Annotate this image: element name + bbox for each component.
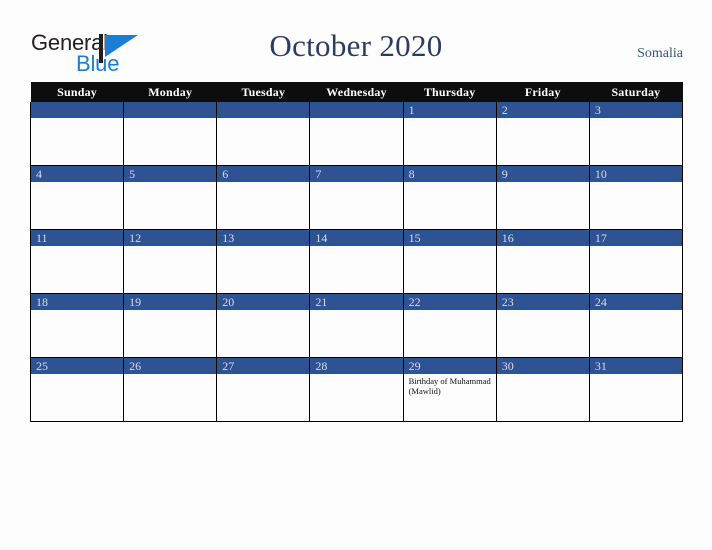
calendar-day-cell[interactable]: 24 (588, 293, 684, 358)
calendar-day-cell[interactable]: 11 (29, 229, 125, 294)
day-number: 19 (124, 294, 217, 310)
day-number: 21 (310, 294, 403, 310)
day-number: 11 (31, 230, 124, 246)
weekday-header-friday: Friday (496, 82, 590, 102)
day-number: 2 (496, 102, 589, 118)
day-number (217, 102, 310, 118)
page-header: General Blue October 2020 Somalia (0, 0, 712, 82)
calendar-day-cell[interactable]: 28 (309, 357, 404, 422)
day-number: 5 (124, 166, 217, 182)
day-number: 7 (310, 166, 403, 182)
calendar-grid: Sunday Monday Tuesday Wednesday Thursday… (29, 82, 684, 422)
calendar-day-cell[interactable]: 4 (29, 165, 125, 230)
calendar-week-row: 123 (29, 102, 684, 166)
calendar-empty-cell (29, 102, 125, 166)
day-number: 29 (403, 358, 496, 374)
holiday-label: Birthday of Muhammad (Mawlid) (408, 376, 491, 396)
day-number: 8 (403, 166, 496, 182)
calendar-day-cell[interactable]: 22 (402, 293, 497, 358)
calendar-day-cell[interactable]: 19 (123, 293, 218, 358)
weekday-header-monday: Monday (123, 82, 217, 102)
day-events: Birthday of Muhammad (Mawlid) (404, 374, 496, 396)
calendar-day-cell[interactable]: 6 (216, 165, 311, 230)
calendar-day-cell[interactable]: 14 (309, 229, 404, 294)
weekday-header-wednesday: Wednesday (309, 82, 404, 102)
day-number: 4 (31, 166, 124, 182)
day-number: 17 (589, 230, 682, 246)
calendar-week-row: 25 26 27 28 29 Birthday of Muhammad (Mawlid) 3… (29, 357, 684, 422)
weekday-header-row: Sunday Monday Tuesday Wednesday Thursday… (30, 82, 683, 102)
calendar-empty-cell (216, 102, 311, 166)
country-label: Somalia (637, 46, 683, 61)
calendar-week-row: 18 19 20 21 22 23 24 (29, 293, 684, 358)
calendar-day-cell[interactable]: 13 (216, 229, 311, 294)
day-number: 23 (496, 294, 589, 310)
calendar-day-cell[interactable]: 10 (588, 165, 684, 230)
calendar-day-cell[interactable]: 17 (588, 229, 684, 294)
calendar-day-cell[interactable]: 23 (495, 293, 590, 358)
calendar-day-cell[interactable]: 3 (588, 102, 684, 166)
day-number: 26 (124, 358, 217, 374)
day-number: 13 (217, 230, 310, 246)
calendar-day-cell[interactable]: 27 (216, 357, 311, 422)
day-number (310, 102, 403, 118)
day-number: 20 (217, 294, 310, 310)
calendar-week-row: 11 12 13 14 15 16 17 (29, 229, 684, 294)
day-number (124, 102, 217, 118)
calendar-week-row: 4 5 6 7 8 9 10 (29, 165, 684, 230)
calendar-day-cell[interactable]: 25 (29, 357, 125, 422)
calendar-day-cell[interactable]: 30 (495, 357, 590, 422)
calendar-day-cell[interactable]: 7 (309, 165, 404, 230)
day-number: 1 (403, 102, 496, 118)
day-number: 6 (217, 166, 310, 182)
calendar-day-cell[interactable]: 18 (29, 293, 125, 358)
calendar-day-cell[interactable]: 12 (123, 229, 218, 294)
weekday-header-sunday: Sunday (30, 82, 124, 102)
calendar-day-cell[interactable]: 29 Birthday of Muhammad (Mawlid) (402, 357, 497, 422)
calendar-day-cell[interactable]: 2 (495, 102, 590, 166)
day-number: 27 (217, 358, 310, 374)
day-number: 24 (589, 294, 682, 310)
weekday-header-thursday: Thursday (403, 82, 497, 102)
calendar-page: General Blue October 2020 Somalia Sunday… (0, 0, 712, 550)
day-number: 30 (496, 358, 589, 374)
day-number: 14 (310, 230, 403, 246)
day-number: 15 (403, 230, 496, 246)
calendar-day-cell[interactable]: 21 (309, 293, 404, 358)
day-number: 22 (403, 294, 496, 310)
day-number: 25 (31, 358, 124, 374)
calendar-day-cell[interactable]: 31 (588, 357, 684, 422)
calendar-day-cell[interactable]: 15 (402, 229, 497, 294)
calendar-empty-cell (309, 102, 404, 166)
day-number: 10 (589, 166, 682, 182)
day-number: 31 (589, 358, 682, 374)
calendar-day-cell[interactable]: 5 (123, 165, 218, 230)
weekday-header-saturday: Saturday (589, 82, 683, 102)
day-number: 12 (124, 230, 217, 246)
day-number: 18 (31, 294, 124, 310)
calendar-day-cell[interactable]: 1 (402, 102, 497, 166)
weekday-header-tuesday: Tuesday (216, 82, 310, 102)
calendar-empty-cell (123, 102, 218, 166)
day-number: 9 (496, 166, 589, 182)
calendar-body: 1 2 3 4 5 6 7 8 9 10 11 12 13 14 15 16 17 18 19 20 21 22 23 24 2… (29, 102, 684, 422)
day-number: 28 (310, 358, 403, 374)
day-number (31, 102, 124, 118)
calendar-day-cell[interactable]: 9 (495, 165, 590, 230)
page-title: October 2020 (269, 28, 443, 63)
calendar-day-cell[interactable]: 20 (216, 293, 311, 358)
calendar-day-cell[interactable]: 8 (402, 165, 497, 230)
calendar-day-cell[interactable]: 26 (123, 357, 218, 422)
day-number: 16 (496, 230, 589, 246)
calendar-day-cell[interactable]: 16 (495, 229, 590, 294)
day-number: 3 (589, 102, 682, 118)
